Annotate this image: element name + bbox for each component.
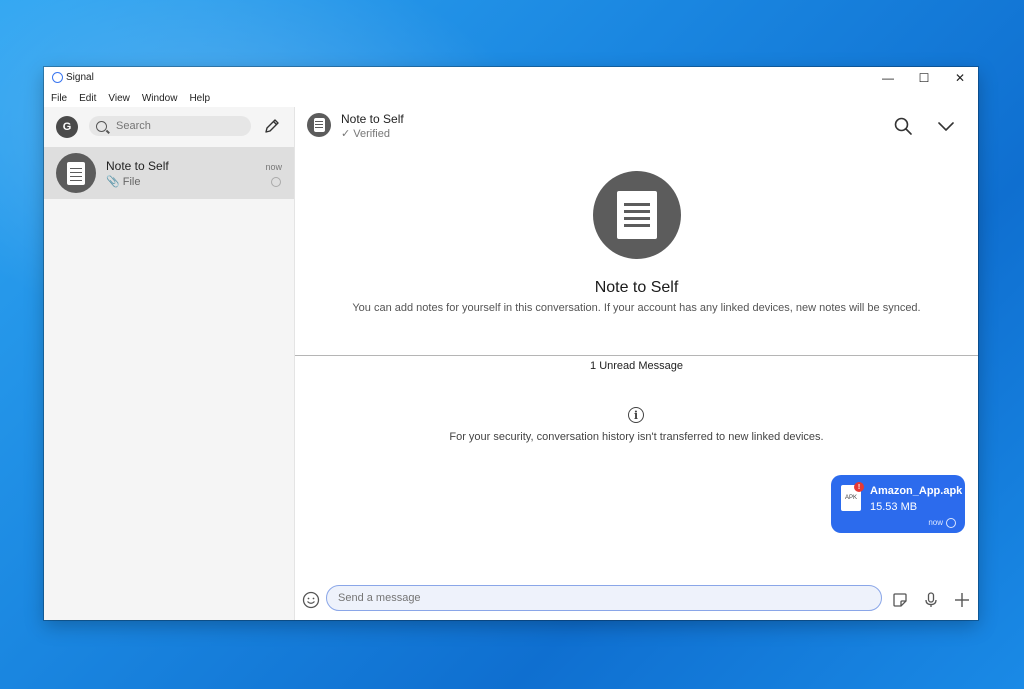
message-composer[interactable]: [326, 585, 882, 611]
conversation-preview: 📎 File: [106, 176, 141, 188]
note-to-self-avatar: [56, 153, 96, 193]
conversation-title[interactable]: Note to Self: [341, 112, 404, 126]
menu-bar: File Edit View Window Help: [44, 89, 212, 107]
minimize-button[interactable]: —: [870, 67, 906, 89]
window-title: Signal: [66, 72, 94, 83]
search-conversation-icon[interactable]: [893, 116, 913, 136]
delivered-check-icon: [271, 177, 281, 187]
signal-window: Signal — ☐ ✕ File Edit View Window Help …: [44, 67, 978, 620]
message-time: now: [928, 518, 943, 527]
message-input[interactable]: [336, 591, 860, 605]
file-size: 15.53 MB: [870, 501, 918, 513]
unread-divider-label: 1 Unread Message: [590, 360, 683, 372]
conversation-time: now: [265, 162, 282, 172]
title-bar: Signal — ☐ ✕: [44, 67, 978, 89]
header-avatar[interactable]: [307, 113, 331, 137]
user-avatar[interactable]: G: [56, 116, 78, 138]
search-icon: [96, 120, 107, 132]
hero-subtitle: You can add notes for yourself in this c…: [352, 302, 921, 314]
chevron-down-icon[interactable]: [936, 116, 956, 136]
hero-title: Note to Self: [594, 279, 679, 296]
conversation-item-note-to-self[interactable]: Note to Self 📎 File now: [44, 147, 294, 199]
menu-file[interactable]: File: [49, 93, 69, 104]
note-icon: [313, 118, 325, 132]
file-name[interactable]: Amazon_App.apk: [870, 485, 962, 497]
file-message-bubble[interactable]: APK ! Amazon_App.apk 15.53 MB now: [831, 475, 965, 533]
attach-plus-icon[interactable]: [953, 591, 971, 609]
close-button[interactable]: ✕: [942, 67, 978, 89]
menu-window[interactable]: Window: [140, 93, 180, 104]
hero-avatar: [593, 171, 681, 259]
menu-view[interactable]: View: [106, 93, 132, 104]
sticker-icon[interactable]: [891, 591, 909, 609]
maximize-button[interactable]: ☐: [906, 67, 942, 89]
signal-logo-icon: [52, 72, 63, 83]
note-icon: [67, 161, 85, 185]
alert-icon: !: [854, 482, 864, 492]
microphone-icon[interactable]: [922, 591, 940, 609]
info-icon: i: [628, 407, 644, 423]
sidebar: G Note to Self 📎 File now: [44, 107, 295, 620]
menu-edit[interactable]: Edit: [77, 93, 98, 104]
delivered-check-icon: [946, 518, 956, 528]
search-box[interactable]: [89, 116, 251, 136]
note-icon: [617, 191, 657, 239]
verified-status: ✓ Verified: [341, 128, 390, 140]
conversation-name: Note to Self: [106, 159, 169, 173]
security-notice: For your security, conversation history …: [449, 431, 824, 443]
conversation-panel: Note to Self ✓ Verified Note to Self You…: [295, 107, 978, 620]
menu-help[interactable]: Help: [187, 93, 212, 104]
search-input[interactable]: [114, 119, 248, 133]
compose-icon[interactable]: [262, 116, 282, 136]
emoji-icon[interactable]: [302, 591, 320, 609]
unread-divider: [295, 355, 978, 356]
